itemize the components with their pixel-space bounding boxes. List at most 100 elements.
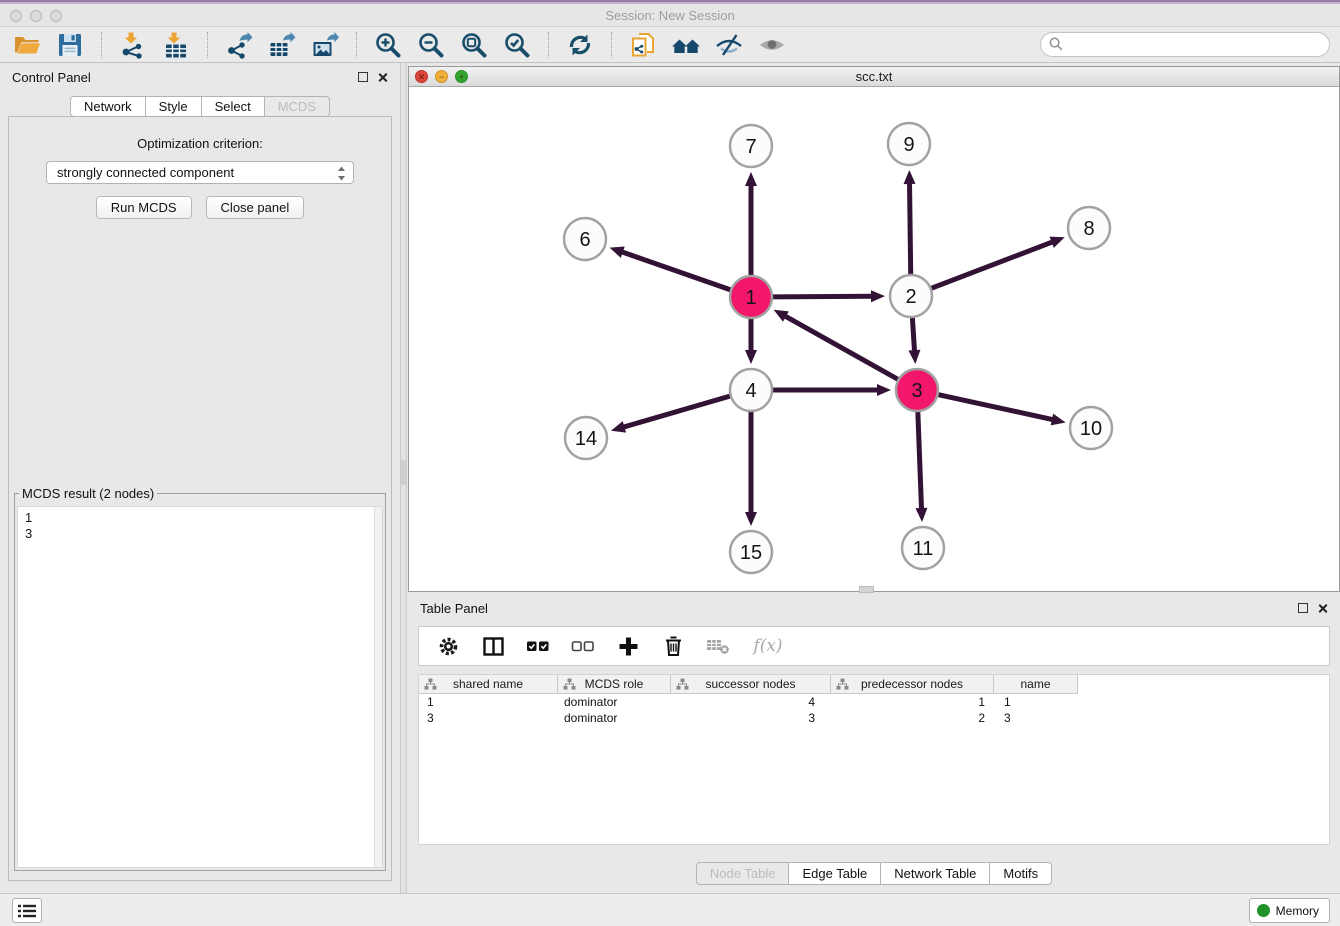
window-title: Session: New Session bbox=[605, 8, 734, 23]
delete-table-button[interactable] bbox=[706, 634, 730, 658]
graph-edge-3-1[interactable] bbox=[783, 315, 898, 379]
graph-node-label-11: 11 bbox=[913, 538, 934, 560]
vertical-splitter[interactable] bbox=[400, 63, 407, 893]
select-all-checkboxes-button[interactable] bbox=[526, 634, 550, 658]
window-zoom-button[interactable] bbox=[50, 10, 62, 22]
frame-minimize-button[interactable]: − bbox=[435, 70, 448, 83]
refresh-icon bbox=[566, 31, 594, 59]
hide-selected-button[interactable] bbox=[712, 28, 746, 62]
table-cell[interactable]: 3 bbox=[994, 710, 1078, 726]
show-all-button[interactable] bbox=[755, 28, 789, 62]
criterion-select[interactable]: strongly connected component bbox=[46, 161, 354, 184]
splitter-grip[interactable] bbox=[401, 460, 406, 485]
graph-edge-4-14[interactable] bbox=[622, 396, 730, 428]
open-file-button[interactable] bbox=[10, 28, 44, 62]
column-header-predecessor-nodes[interactable]: predecessor nodes bbox=[831, 675, 994, 694]
task-history-button[interactable] bbox=[12, 898, 42, 923]
table-cell[interactable]: 1 bbox=[831, 694, 994, 710]
graph-edge-1-2[interactable] bbox=[773, 296, 874, 297]
mcds-result-area[interactable]: 1 3 bbox=[17, 506, 383, 868]
deselect-all-checkboxes-button[interactable] bbox=[571, 634, 595, 658]
table-cell[interactable]: dominator bbox=[558, 710, 671, 726]
graph-edge-3-11[interactable] bbox=[918, 412, 922, 511]
window-minimize-button[interactable] bbox=[30, 10, 42, 22]
import-table-button[interactable] bbox=[159, 28, 193, 62]
table-panel-title: Table Panel bbox=[420, 601, 488, 616]
toolbar-separator bbox=[207, 32, 208, 58]
window-traffic-lights[interactable] bbox=[10, 10, 62, 22]
control-panel-tabs: NetworkStyleSelectMCDS bbox=[0, 96, 400, 117]
frame-close-button[interactable]: ✕ bbox=[415, 70, 428, 83]
function-builder-button[interactable]: f(x) bbox=[751, 634, 785, 658]
table-row[interactable]: 3dominator323 bbox=[419, 710, 1329, 726]
network-window-titlebar[interactable]: ✕ − + scc.txt bbox=[409, 67, 1339, 87]
graph-node-label-7: 7 bbox=[745, 136, 756, 158]
zoom-in-button[interactable] bbox=[371, 28, 405, 62]
control-panel-header: Control Panel bbox=[0, 63, 400, 91]
frame-maximize-button[interactable]: + bbox=[455, 70, 468, 83]
graph-edge-3-10[interactable] bbox=[938, 395, 1054, 420]
mcds-result-group: MCDS result (2 nodes) 1 3 bbox=[14, 493, 386, 871]
show-home-networks-button[interactable] bbox=[669, 28, 703, 62]
tab-mcds[interactable]: MCDS bbox=[265, 96, 330, 117]
graph-node-label-8: 8 bbox=[1083, 218, 1094, 240]
table-cell[interactable]: 3 bbox=[671, 710, 831, 726]
table-settings-button[interactable] bbox=[436, 634, 460, 658]
split-view-button[interactable] bbox=[481, 634, 505, 658]
zoom-selected-button[interactable] bbox=[500, 28, 534, 62]
tab-network-table[interactable]: Network Table bbox=[881, 862, 990, 885]
unchecked-boxes-icon bbox=[571, 634, 595, 658]
column-header-label: name bbox=[1020, 677, 1050, 691]
tab-node-table[interactable]: Node Table bbox=[696, 862, 790, 885]
graph-arrowhead-1-4 bbox=[745, 350, 757, 364]
network-canvas[interactable]: 7968124314101511 bbox=[409, 87, 1339, 591]
table-cell[interactable]: 1 bbox=[994, 694, 1078, 710]
zoom-out-button[interactable] bbox=[414, 28, 448, 62]
tab-edge-table[interactable]: Edge Table bbox=[789, 862, 881, 885]
graph-edge-2-3[interactable] bbox=[912, 318, 914, 353]
zoom-fit-button[interactable] bbox=[457, 28, 491, 62]
tab-style[interactable]: Style bbox=[146, 96, 202, 117]
export-network-button[interactable] bbox=[222, 28, 256, 62]
close-panel-icon[interactable] bbox=[377, 72, 388, 83]
clone-network-button[interactable] bbox=[626, 28, 660, 62]
table-cell[interactable]: dominator bbox=[558, 694, 671, 710]
graph-arrowhead-2-3 bbox=[908, 350, 920, 364]
column-header-shared-name[interactable]: shared name bbox=[419, 675, 558, 694]
tab-network[interactable]: Network bbox=[70, 96, 146, 117]
table-cell[interactable]: 4 bbox=[671, 694, 831, 710]
table-row[interactable]: 1dominator411 bbox=[419, 694, 1329, 710]
close-table-panel-icon[interactable] bbox=[1317, 603, 1328, 614]
graph-edge-1-6[interactable] bbox=[620, 251, 730, 290]
table-cell[interactable]: 3 bbox=[419, 710, 558, 726]
export-image-button[interactable] bbox=[308, 28, 342, 62]
graph-edge-2-8[interactable] bbox=[932, 241, 1055, 288]
search-box[interactable] bbox=[1040, 32, 1330, 57]
import-network-button[interactable] bbox=[116, 28, 150, 62]
tab-select[interactable]: Select bbox=[202, 96, 265, 117]
close-panel-button[interactable]: Close panel bbox=[206, 196, 305, 219]
add-column-button[interactable] bbox=[616, 634, 640, 658]
result-scrollbar[interactable] bbox=[374, 507, 382, 867]
column-header-name[interactable]: name bbox=[994, 675, 1078, 694]
graph-edge-2-9[interactable] bbox=[909, 181, 910, 274]
refresh-button[interactable] bbox=[563, 28, 597, 62]
graph-arrowhead-4-15 bbox=[745, 512, 757, 526]
float-table-panel-icon[interactable] bbox=[1298, 603, 1308, 613]
column-header-successor-nodes[interactable]: successor nodes bbox=[671, 675, 831, 694]
window-close-button[interactable] bbox=[10, 10, 22, 22]
tab-motifs[interactable]: Motifs bbox=[990, 862, 1052, 885]
search-input[interactable] bbox=[1040, 32, 1330, 57]
horizontal-splitter-grip[interactable] bbox=[859, 586, 874, 593]
run-mcds-button[interactable]: Run MCDS bbox=[96, 196, 192, 219]
export-table-button[interactable] bbox=[265, 28, 299, 62]
save-session-button[interactable] bbox=[53, 28, 87, 62]
memory-button[interactable]: Memory bbox=[1249, 898, 1330, 923]
column-header-mcds-role[interactable]: MCDS role bbox=[558, 675, 671, 694]
search-icon bbox=[1049, 37, 1063, 51]
fx-icon: f(x) bbox=[753, 636, 782, 656]
table-cell[interactable]: 2 bbox=[831, 710, 994, 726]
delete-column-button[interactable] bbox=[661, 634, 685, 658]
float-panel-icon[interactable] bbox=[358, 72, 368, 82]
table-cell[interactable]: 1 bbox=[419, 694, 558, 710]
